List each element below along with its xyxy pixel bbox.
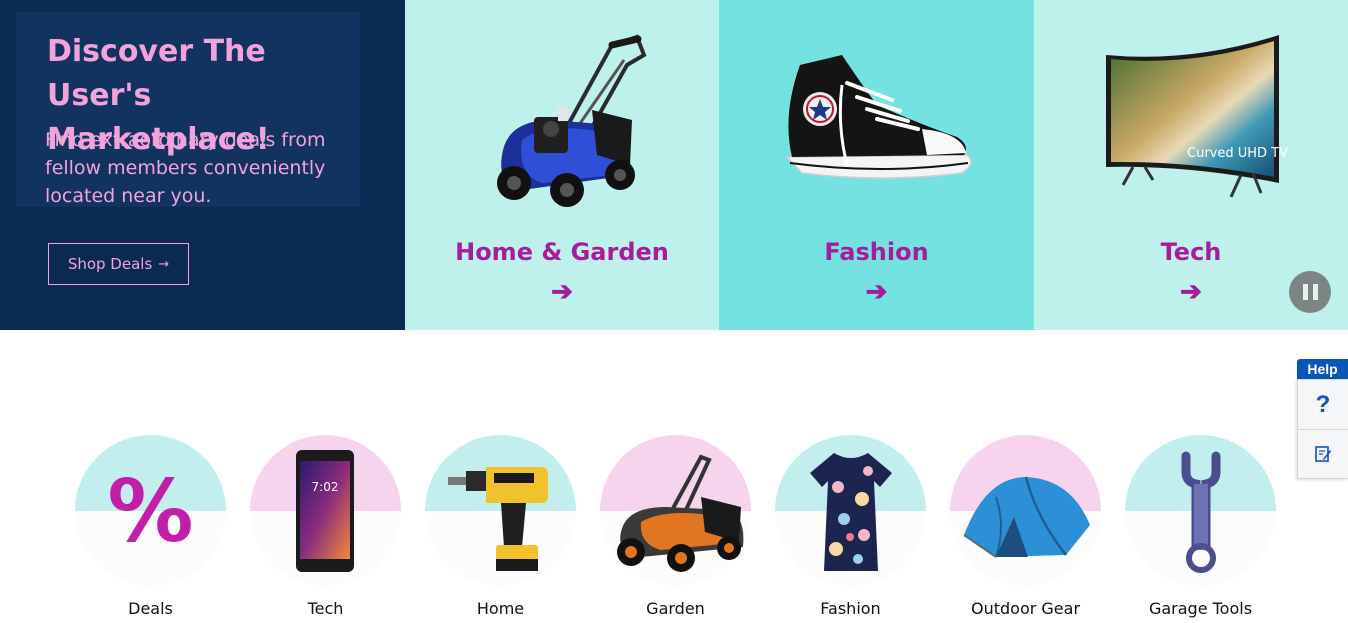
percent-icon: % <box>107 462 194 562</box>
shop-deals-button[interactable]: Shop Deals → <box>48 243 189 285</box>
question-icon[interactable]: ? <box>1298 380 1348 430</box>
svg-text:7:02: 7:02 <box>311 480 338 494</box>
category-label: Outdoor Gear <box>970 599 1081 618</box>
pause-icon[interactable] <box>1289 271 1331 313</box>
wrench-image <box>1125 442 1276 582</box>
dress-image <box>775 442 926 582</box>
arrow-right-icon: ➔ <box>865 276 888 306</box>
category-garage-tools[interactable]: Garage Tools <box>1113 432 1288 623</box>
category-deals[interactable]: % Deals <box>63 432 238 623</box>
tile-home-garden[interactable]: Home & Garden ➔ <box>405 0 719 330</box>
tile-fashion-label: Fashion <box>824 238 929 266</box>
lawn-mower-image <box>405 25 719 215</box>
category-label: Home <box>476 599 525 618</box>
power-drill-image <box>425 442 576 582</box>
category-garden[interactable]: Garden <box>588 432 763 623</box>
category-label: Tech <box>307 599 344 618</box>
hero-intro-panel: Discover The User's Marketplace! Find ex… <box>0 0 405 330</box>
page: Discover The User's Marketplace! Find ex… <box>0 0 1348 623</box>
category-home[interactable]: Home <box>413 432 588 623</box>
sneaker-image <box>719 25 1034 215</box>
arrow-right-icon: → <box>158 256 170 272</box>
hero-banner: Discover The User's Marketplace! Find ex… <box>0 0 1348 330</box>
smartphone-image: 7:02 <box>250 442 401 582</box>
hero-subtitle: Find extraordinary deals from fellow mem… <box>45 129 326 207</box>
shop-deals-label: Shop Deals <box>67 255 153 273</box>
arrow-right-icon: ➔ <box>551 276 573 306</box>
curved-tv-image: Curved UHD TV <box>1034 25 1348 215</box>
tile-home-garden-label: Home & Garden <box>455 238 669 266</box>
category-row: % Deals 7:02 Tech Home Garden Fashion Ou… <box>63 432 1293 623</box>
tent-image <box>950 442 1101 582</box>
category-outdoor-gear[interactable]: Outdoor Gear <box>938 432 1113 623</box>
help-widget: Help ? <box>1297 359 1348 481</box>
category-label: Fashion <box>820 599 881 618</box>
help-tab[interactable]: Help <box>1297 359 1348 379</box>
svg-text:Curved UHD TV: Curved UHD TV <box>1187 146 1288 161</box>
category-tech[interactable]: 7:02 Tech <box>238 432 413 623</box>
tile-fashion[interactable]: Fashion ➔ <box>719 0 1034 330</box>
category-label: Garage Tools <box>1148 599 1253 618</box>
help-panel: ? <box>1297 379 1348 479</box>
category-label: Garden <box>646 599 705 618</box>
category-label: Deals <box>128 599 173 618</box>
category-fashion[interactable]: Fashion <box>763 432 938 623</box>
feedback-edit-icon[interactable] <box>1298 430 1348 478</box>
tile-tech-label: Tech <box>1160 238 1222 266</box>
lawn-mower-image <box>600 442 751 582</box>
